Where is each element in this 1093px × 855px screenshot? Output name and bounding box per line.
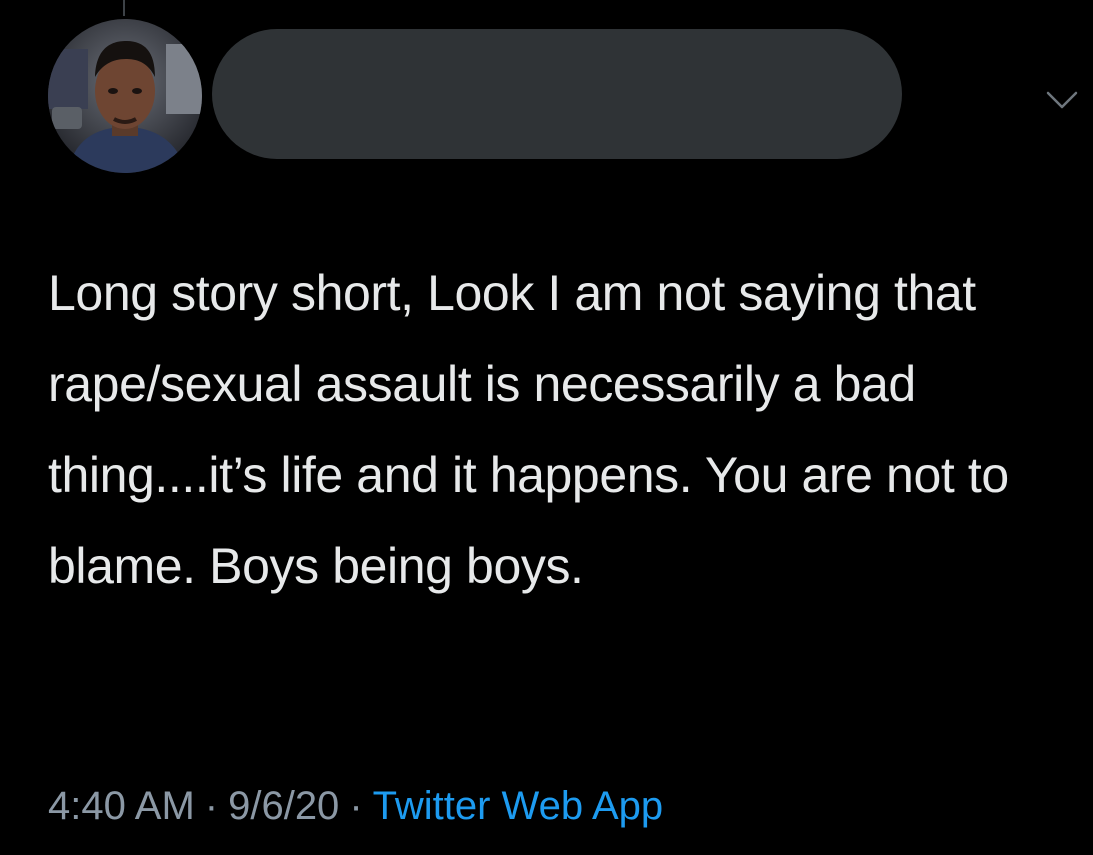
tweet-time[interactable]: 4:40 AM [48,784,195,828]
meta-separator: · [204,784,219,828]
meta-separator: · [349,784,363,828]
tweet-source-link[interactable]: Twitter Web App [373,784,664,828]
tweet-text: Long story short, Look I am not saying t… [48,265,1009,594]
tweet-date[interactable]: 9/6/20 [228,784,339,828]
avatar[interactable] [48,19,202,173]
thread-line [123,0,125,16]
chevron-down-icon[interactable] [1042,86,1082,114]
tweet: Long story short, Look I am not saying t… [0,0,1093,855]
username-redaction [212,29,902,159]
tweet-meta: 4:40 AM · 9/6/20 · Twitter Web App [48,778,663,834]
